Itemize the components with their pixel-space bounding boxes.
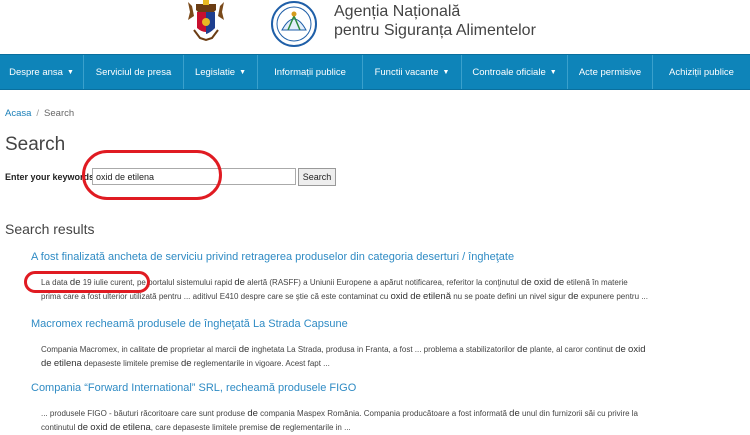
breadcrumb-separator: / [36, 108, 40, 119]
nav-item-functii-vacante[interactable]: Functii vacante ▼ [363, 55, 462, 89]
nav-item-legislatie[interactable]: Legislatie ▼ [184, 55, 258, 89]
nav-item-label: Legislatie [194, 66, 236, 78]
agency-name-line2: pentru Siguranța Alimentelor [334, 22, 536, 39]
result-snippet-line: continutul de oxid de etilena, care depa… [41, 421, 750, 435]
search-results-heading: Search results [5, 221, 95, 237]
highlighted-keyword: de [553, 277, 565, 288]
caret-down-icon: ▼ [66, 68, 74, 76]
highlighted-keyword: oxid [533, 277, 552, 288]
nav-item-acte-permisive[interactable]: Acte permisive [568, 55, 653, 89]
snippet-text: continutul [41, 423, 78, 432]
snippet-text: nu se poate defini un nivel sigur [451, 292, 568, 301]
nav-item-label: Informații publice [274, 66, 346, 78]
snippet-text: etilenă în materie [564, 278, 628, 287]
nav-item-label: Despre ansa [9, 66, 63, 78]
highlighted-keyword: de [410, 291, 421, 302]
result-snippet-line: ... produsele FIGO - băuturi răcoritoare… [41, 407, 750, 421]
snippet-text: reglementarile in vigoare. Acest fapt ..… [191, 359, 330, 368]
agency-name: Agenția Națională pentru Siguranța Alime… [334, 2, 536, 40]
moldova-coat-of-arms-icon [188, 0, 224, 42]
nav-item-serviciul-de-presa[interactable]: Serviciul de presa [84, 55, 184, 89]
result-snippet-line: Compania Macromex, in calitate de propri… [41, 343, 750, 357]
result-title-link[interactable]: Compania “Forward International” SRL, re… [31, 382, 356, 394]
result-snippet: Compania Macromex, in calitate de propri… [41, 343, 750, 371]
nav-item-label: Controale oficiale [472, 66, 546, 78]
highlighted-keyword: de [41, 358, 52, 369]
result-snippet: ... produsele FIGO - băuturi răcoritoare… [41, 407, 750, 435]
result-title-link[interactable]: A fost finalizată ancheta de serviciu pr… [31, 251, 514, 263]
breadcrumb: Acasa / Search [5, 108, 74, 119]
highlighted-keyword: de [238, 344, 250, 355]
snippet-text: depaseste limitele premise [81, 359, 181, 368]
highlighted-keyword: etilenă [423, 291, 451, 302]
highlighted-keyword: de [77, 422, 89, 433]
snippet-text: ... produsele FIGO - băuturi răcoritoare… [41, 409, 248, 418]
highlighted-keyword: oxid [390, 291, 408, 302]
caret-down-icon: ▼ [442, 68, 450, 76]
snippet-text: plante, al caror continut [527, 345, 616, 354]
search-button[interactable]: Search [298, 168, 336, 186]
highlighted-keyword: de [157, 344, 169, 355]
highlighted-keyword: etilena [122, 422, 151, 433]
result-snippet-line: prima care a fost ulterior utilizată pen… [41, 290, 750, 304]
snippet-text: proprietar al marcii [168, 345, 239, 354]
nav-item-achizitii-publice[interactable]: Achiziții publice [653, 55, 750, 89]
caret-down-icon: ▼ [239, 68, 247, 76]
highlighted-keyword: de [517, 344, 528, 355]
red-annotation-circle-search [82, 150, 222, 200]
snippet-text: prima care a fost ulterior utilizată pen… [41, 292, 391, 301]
highlighted-keyword: de [567, 291, 579, 302]
agency-name-line1: Agenția Națională [334, 3, 461, 20]
highlighted-keyword: de [109, 422, 121, 433]
page-title: Search [5, 134, 66, 155]
snippet-text: compania Maspex România. Compania produc… [257, 409, 510, 418]
breadcrumb-current: Search [44, 108, 75, 119]
highlighted-keyword: de [234, 277, 245, 288]
result-title-link[interactable]: Macromex recheamă produsele de îngheţată… [31, 318, 348, 330]
highlighted-keyword: de [269, 422, 281, 433]
snippet-text: unul din furnizorii săi cu privire la [519, 409, 639, 418]
nav-item-label: Serviciul de presa [95, 66, 172, 78]
breadcrumb-home-link[interactable]: Acasa [5, 108, 31, 119]
main-navigation: Despre ansa ▼ Serviciul de presa Legislat… [0, 54, 750, 90]
highlighted-keyword: oxid [90, 422, 108, 433]
result-snippet-line: de etilena depaseste limitele premise de… [41, 357, 750, 371]
highlighted-keyword: de [509, 408, 520, 419]
snippet-text: inghetata La Strada, produsa in Franta, … [249, 345, 518, 354]
highlighted-keyword: de [247, 408, 258, 419]
highlighted-keyword: oxid [628, 344, 646, 355]
nav-item-label: Functii vacante [374, 66, 439, 78]
site-header: Agenția Națională pentru Siguranța Alime… [0, 0, 750, 54]
red-annotation-circle-date [24, 271, 150, 293]
snippet-text: reglementarile in ... [280, 423, 351, 432]
nav-item-informatii-publice[interactable]: Informații publice [258, 55, 363, 89]
nav-item-label: Acte permisive [578, 66, 642, 78]
snippet-text: expunere pentru ... [578, 292, 648, 301]
highlighted-keyword: de [180, 358, 192, 369]
snippet-text: alertă (RASFF) a Uniunii Europene a apăr… [244, 278, 522, 287]
highlighted-keyword: de [521, 277, 532, 288]
ansa-logo-icon [271, 1, 317, 47]
highlighted-keyword: etilena [53, 358, 82, 369]
nav-item-label: Achiziții publice [669, 66, 734, 78]
snippet-text: Compania Macromex, in calitate [41, 345, 158, 354]
keywords-label: Enter your keywords [5, 172, 95, 182]
snippet-text: , care depaseste limitele premise [150, 423, 270, 432]
nav-item-despre-ansa[interactable]: Despre ansa ▼ [0, 55, 84, 89]
highlighted-keyword: de [615, 344, 626, 355]
nav-item-controale-oficiale[interactable]: Controale oficiale ▼ [462, 55, 568, 89]
caret-down-icon: ▼ [549, 68, 557, 76]
